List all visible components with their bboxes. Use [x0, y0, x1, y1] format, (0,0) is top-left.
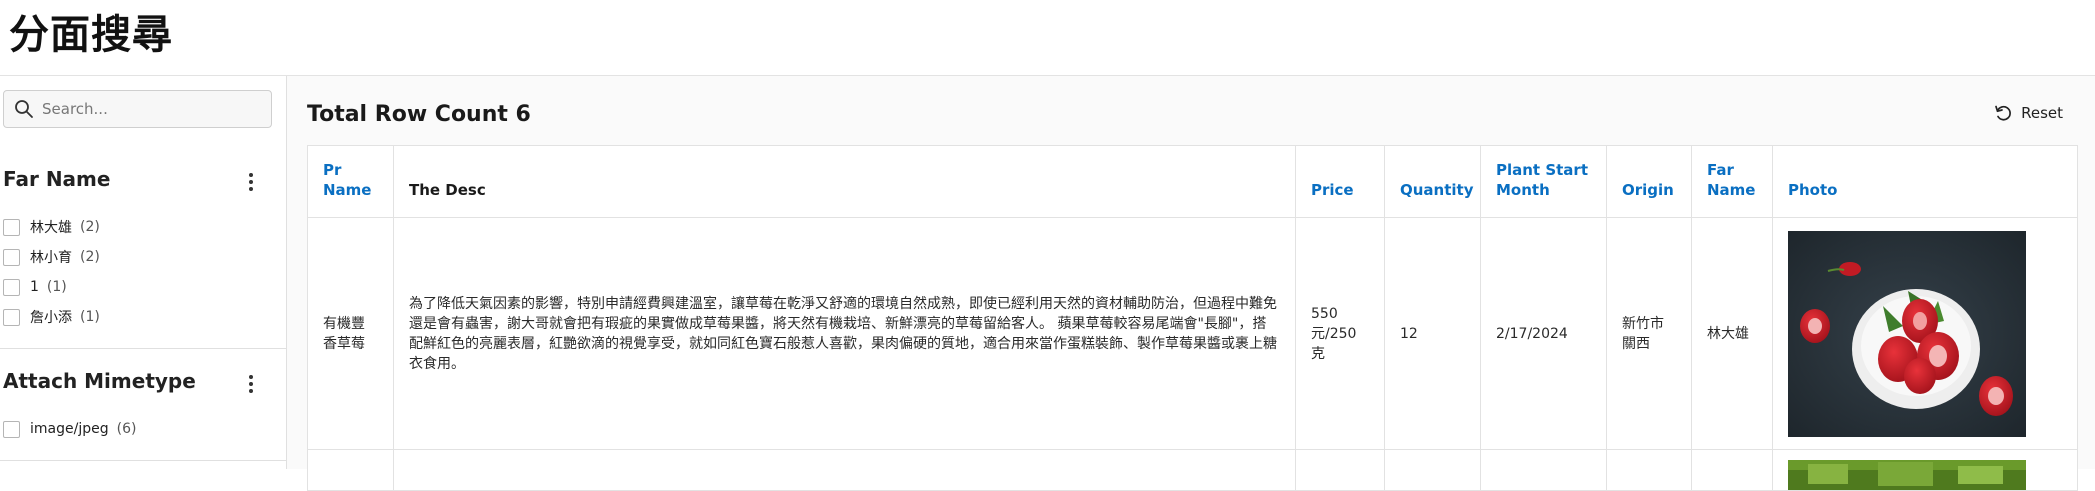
checkbox[interactable]	[3, 308, 20, 326]
facet-divider	[0, 348, 286, 349]
cell-pr-name	[307, 449, 394, 491]
facet-option[interactable]: 1 (1)	[3, 276, 67, 298]
table-header-row: Pr Name The Desc Price Quantity Plant St…	[307, 145, 2078, 218]
report-table: Pr Name The Desc Price Quantity Plant St…	[307, 145, 2078, 491]
table-row	[307, 449, 2078, 491]
cell-plant-start-month	[1480, 449, 1607, 491]
reset-label: Reset	[2021, 104, 2063, 122]
facet-option-count: (1)	[46, 279, 67, 295]
search-icon	[15, 100, 33, 118]
report-region: Total Row Count 6 Reset Pr Name The Desc…	[287, 76, 2095, 491]
checkbox[interactable]	[3, 218, 20, 236]
facet-title: Attach Mimetype	[3, 369, 196, 393]
page-title: 分面搜尋	[9, 12, 173, 58]
strawberries-in-bowl-photo	[1788, 230, 2026, 437]
facet-divider	[0, 460, 286, 461]
cell-far-name: 林大雄	[1691, 217, 1773, 450]
cell-pr-name: 有機豐香草莓	[307, 217, 394, 450]
page-body: Far Name 林大雄 (2) 林小育 (2) 1 (1) 詹小添 (1)	[0, 76, 2095, 491]
reset-button[interactable]: Reset	[1993, 103, 2063, 123]
facet-option[interactable]: 林大雄 (2)	[3, 216, 100, 238]
cell-price: 550元/250克	[1295, 217, 1385, 450]
cell-photo	[1772, 449, 2078, 491]
cell-photo	[1772, 217, 2078, 450]
facet-option-count: (2)	[80, 219, 100, 235]
column-header-photo[interactable]: Photo	[1772, 145, 2078, 218]
cell-desc: 為了降低天氣因素的影響，特別申請經費興建溫室，讓草莓在乾淨又舒適的環境自然成熟，…	[393, 217, 1296, 450]
facet-option-count: (1)	[80, 309, 100, 325]
facet-option[interactable]: 詹小添 (1)	[3, 306, 100, 328]
total-row-count: Total Row Count 6	[307, 102, 531, 127]
checkbox[interactable]	[3, 420, 20, 438]
facet-option-count: (2)	[80, 249, 100, 265]
facet-option-label: 林小育	[30, 250, 72, 266]
cell-quantity: 12	[1384, 217, 1481, 450]
table-row: 有機豐香草莓 為了降低天氣因素的影響，特別申請經費興建溫室，讓草莓在乾淨又舒適的…	[307, 217, 2078, 450]
cell-desc	[393, 449, 1296, 491]
column-header-price[interactable]: Price	[1295, 145, 1385, 218]
cell-plant-start-month: 2/17/2024	[1480, 217, 1607, 450]
cell-origin: 新竹市關西	[1606, 217, 1692, 450]
facet-option-label: image/jpeg	[30, 421, 109, 437]
column-header-pr-name[interactable]: Pr Name	[307, 145, 394, 218]
facet-option[interactable]: 林小育 (2)	[3, 246, 100, 268]
cell-quantity	[1384, 449, 1481, 491]
facet-option-label: 詹小添	[30, 310, 72, 326]
facet-menu-icon[interactable]	[246, 171, 256, 192]
facet-option-label: 1	[30, 279, 39, 295]
facet-option-count: (6)	[116, 421, 137, 437]
cell-far-name	[1691, 449, 1773, 491]
search-box[interactable]	[3, 90, 272, 128]
facet-title: Far Name	[3, 167, 111, 191]
column-header-far-name[interactable]: Far Name	[1691, 145, 1773, 218]
column-header-origin[interactable]: Origin	[1606, 145, 1692, 218]
column-header-plant-start-month[interactable]: Plant Start Month	[1480, 145, 1607, 218]
facet-menu-icon[interactable]	[246, 373, 256, 394]
reset-icon	[1995, 105, 2012, 121]
facet-option[interactable]: image/jpeg (6)	[3, 418, 136, 440]
checkbox[interactable]	[3, 248, 20, 266]
page-header: 分面搜尋	[0, 0, 2095, 76]
green-produce-photo	[1788, 460, 2026, 490]
facet-option-label: 林大雄	[30, 220, 72, 236]
cell-origin	[1606, 449, 1692, 491]
column-header-quantity[interactable]: Quantity	[1384, 145, 1481, 218]
cell-price	[1295, 449, 1385, 491]
search-input[interactable]	[40, 99, 271, 119]
facet-sidebar: Far Name 林大雄 (2) 林小育 (2) 1 (1) 詹小添 (1)	[0, 76, 287, 469]
column-header-the-desc: The Desc	[393, 145, 1296, 218]
checkbox[interactable]	[3, 278, 20, 296]
